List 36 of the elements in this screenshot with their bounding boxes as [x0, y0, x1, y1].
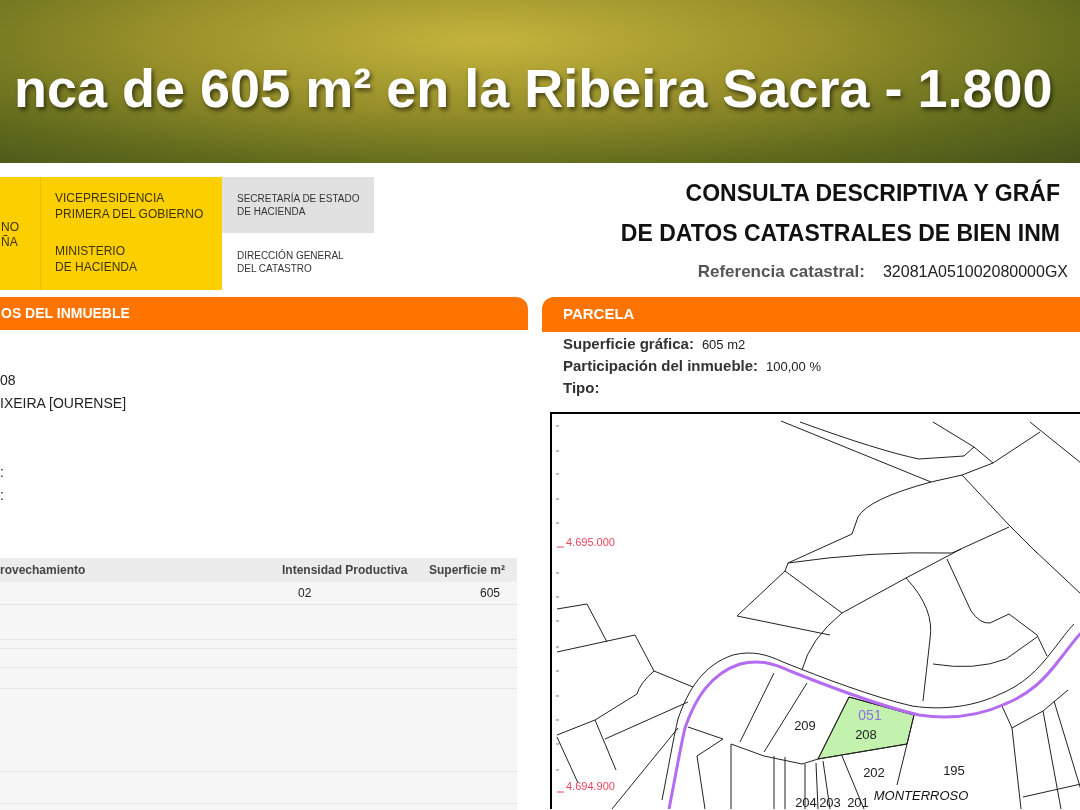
field-value: 100,00 %	[766, 358, 821, 376]
parcel-number-label: 195	[943, 763, 965, 778]
table-cell-text: 605	[478, 585, 501, 602]
parcel-number-label: 204	[795, 795, 817, 809]
property-detail-text: IXEIRA [OURENSE]	[0, 394, 127, 413]
section-title: OS DEL INMUEBLE	[0, 304, 130, 323]
field-label: Superficie gráfica:	[563, 334, 694, 354]
reference-label: Referencia catastral:	[697, 261, 865, 283]
slide-title: nca de 605 m² en la Ribeira Sacra - 1.800	[13, 56, 1053, 115]
reference-number: 32081A051002080000GX	[882, 262, 1068, 282]
document-title: CONSULTA DESCRIPTIVA Y GRÁF DE DATOS CATASTRALES DE BIEN INM	[620, 178, 1060, 248]
department-name-text: SECRETARÍA DE ESTADO DE HACIENDA	[237, 192, 360, 218]
coordinate-label: 4.695.000	[566, 536, 615, 548]
department-name-text: DIRECCIÓN GENERAL DEL CATASTRO	[237, 248, 344, 275]
polygon-number-label: 051	[858, 707, 882, 723]
parcel-number-label: 209	[794, 718, 816, 733]
column-header: Intensidad Productiva	[281, 562, 409, 579]
table-cell-text: 02	[297, 585, 313, 602]
field-label: Tipo:	[563, 378, 600, 398]
ministry-name-text: MINISTERIO DE HACIENDA	[55, 243, 138, 275]
field-value: 605 m2	[701, 336, 746, 354]
column-header: Superficie m²	[427, 562, 506, 579]
property-detail-text: :	[0, 486, 4, 505]
place-name-label: MONTERROSO	[873, 788, 969, 803]
parcel-number-label: 208	[855, 727, 877, 742]
coordinate-label: 4.694.900	[566, 780, 615, 792]
ministry-name-text: VICEPRESIDENCIA PRIMERA DEL GOBIERNO	[55, 190, 204, 222]
section-title: PARCELA	[563, 304, 635, 325]
property-detail-text: :	[0, 463, 4, 482]
parcel-number-label: 201	[847, 795, 869, 809]
parcel-number-label: 203	[819, 795, 841, 809]
parcel-number-label: 202	[863, 765, 885, 780]
property-detail-text: 08	[0, 371, 16, 390]
column-header: rovechamiento	[0, 562, 87, 579]
field-label: Participación del inmueble:	[563, 356, 759, 376]
crest-caption-text: NO ÑA	[1, 218, 19, 250]
